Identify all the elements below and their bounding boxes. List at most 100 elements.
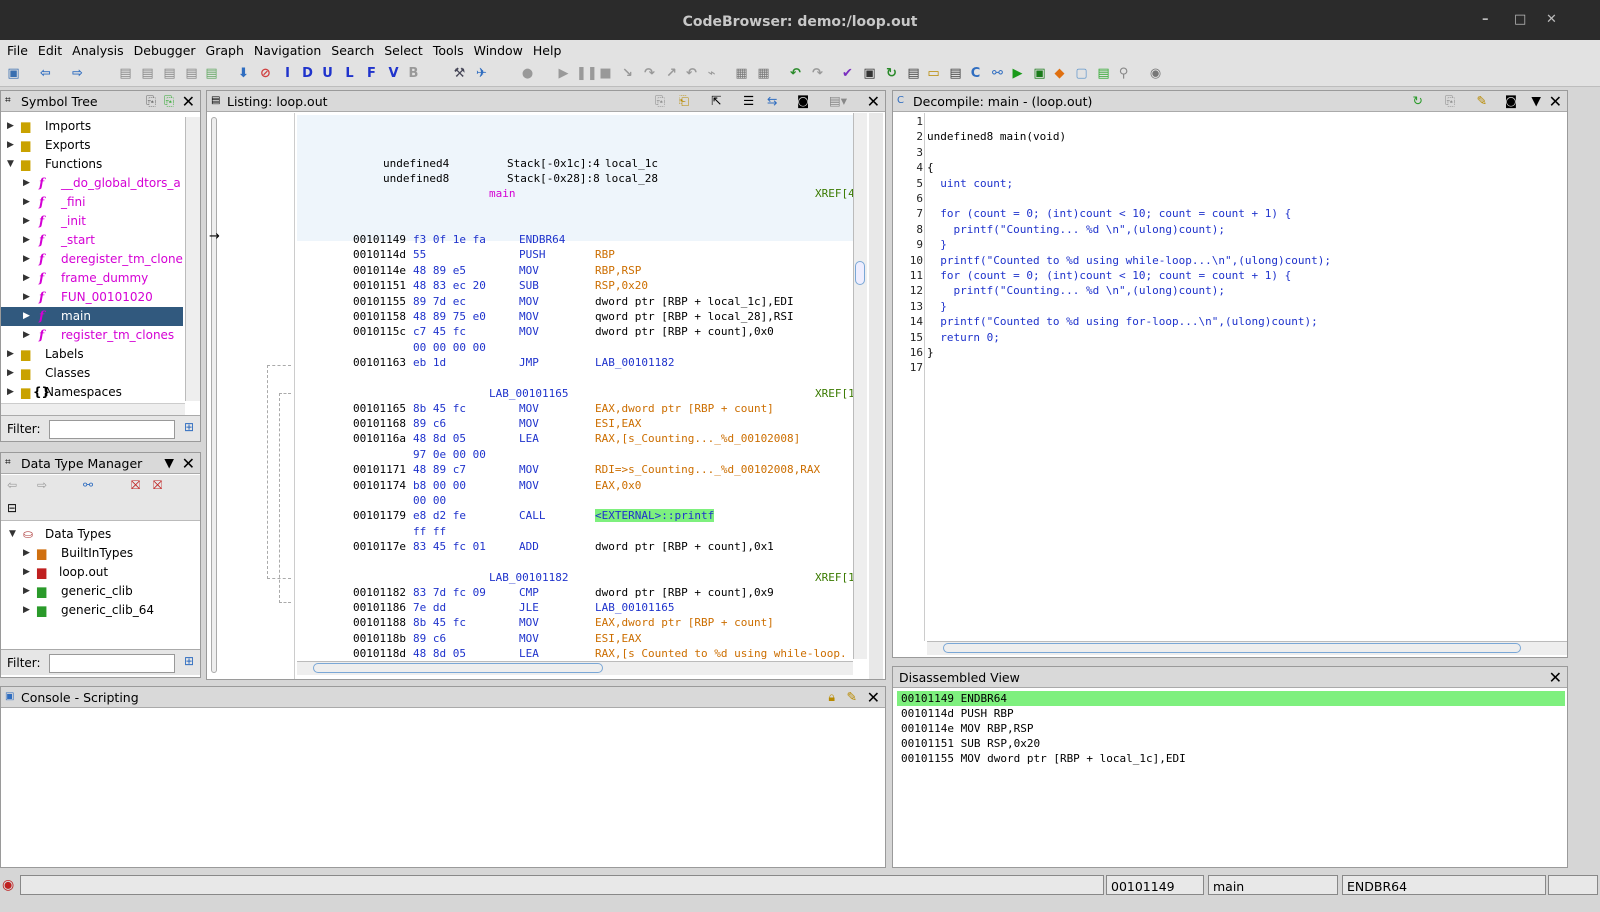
tree-node-functions[interactable]: ▼ ▆ Functions	[1, 155, 183, 174]
code-line[interactable]: 8 printf("Counting... %d \n",(ulong)coun…	[893, 223, 1225, 238]
bytes-icon[interactable]: ▣	[862, 66, 877, 81]
new-class-icon[interactable]: ⎘	[164, 93, 174, 109]
nav-function-icon[interactable]: ▤	[204, 66, 219, 81]
instruction-bytes[interactable]: 89 c6	[413, 632, 446, 645]
menu-graph[interactable]: Graph	[199, 40, 247, 58]
instruction-mnemonic[interactable]: JLE	[519, 601, 539, 614]
symbol-tree-hscrollbar[interactable]	[1, 403, 185, 415]
menu-navigation[interactable]: Navigation	[247, 40, 324, 58]
filter-arrays-icon[interactable]: ⛝	[131, 478, 140, 493]
collapse-icon[interactable]: ⊟	[7, 501, 17, 515]
forward-icon[interactable]: ⇨	[70, 66, 85, 81]
decompile-hscrollbar[interactable]	[927, 641, 1567, 655]
scroll-thumb[interactable]	[313, 663, 603, 673]
tree-node-classes[interactable]: ▶ ▆ Classes	[1, 364, 183, 383]
instruction-bytes[interactable]: 7e dd	[413, 601, 446, 614]
instruction-bytes[interactable]: 48 89 c7	[413, 463, 466, 476]
snapshot-icon[interactable]: ▦	[734, 66, 749, 81]
menu-help[interactable]: Help	[526, 40, 565, 58]
letter-u-icon[interactable]: U	[320, 66, 335, 81]
instruction-operands[interactable]: dword ptr [RBP + local_1c],EDI	[595, 295, 794, 308]
tree-node-fn[interactable]: ▶ f _fini	[1, 193, 183, 212]
options-icon[interactable]: ▤▾	[829, 93, 847, 108]
listing-vscrollbar[interactable]	[853, 113, 867, 659]
function-label[interactable]: main	[489, 187, 516, 200]
code-line[interactable]: 5 uint count;	[893, 177, 1013, 192]
code-line[interactable]: 12 printf("Counting... %d \n",(ulong)cou…	[893, 284, 1225, 299]
instruction-mnemonic[interactable]: MOV	[519, 264, 539, 277]
instruction-bytes[interactable]: 83 7d fc 09	[413, 586, 486, 599]
instruction-address[interactable]: 0010115c	[353, 325, 406, 338]
instruction-bytes[interactable]: 55	[413, 248, 426, 261]
debug-target-icon[interactable]: ●	[520, 66, 535, 81]
status-icon[interactable]: ◉	[2, 877, 14, 893]
down-arrow-icon[interactable]: ⬇	[236, 66, 251, 81]
instruction-operands[interactable]: <EXTERNAL>::printf	[595, 509, 715, 523]
help-icon[interactable]: ◉	[1148, 66, 1163, 81]
tree-node-exports[interactable]: ▶ ▆ Exports	[1, 136, 183, 155]
instruction-bytes[interactable]: 00 00	[413, 494, 446, 507]
instruction-bytes[interactable]: 48 83 ec 20	[413, 279, 486, 292]
listing-icon[interactable]: ▤	[906, 66, 921, 81]
code-line[interactable]: 4{	[893, 161, 933, 176]
checkmark-icon[interactable]: ✔	[840, 66, 855, 81]
redo-icon[interactable]: ↷	[810, 66, 825, 81]
menu-edit[interactable]: Edit	[31, 40, 65, 58]
instruction-operands[interactable]: RDI=>s_Counting..._%d_00102008,RAX	[595, 463, 820, 476]
xref-label[interactable]: XREF[4	[815, 187, 853, 200]
instruction-address[interactable]: 0010114d	[353, 248, 406, 261]
instruction-bytes[interactable]: e8 d2 fe	[413, 509, 466, 522]
instruction-operands[interactable]: ESI,EAX	[595, 417, 641, 430]
instruction-address[interactable]: 00101188	[353, 616, 406, 629]
tree-node-fn[interactable]: ▶ f frame_dummy	[1, 269, 183, 288]
nav-label-icon[interactable]: ▤	[184, 66, 199, 81]
instruction-operands[interactable]: RBP,RSP	[595, 264, 641, 277]
disassembled-line[interactable]: 00101151 SUB RSP,0x20	[897, 736, 1565, 751]
decompiler-icon[interactable]: C	[968, 66, 983, 81]
instruction-bytes[interactable]: 48 89 75 e0	[413, 310, 486, 323]
save-icon[interactable]: ▣	[6, 66, 21, 81]
xref-label[interactable]: XREF[1	[815, 387, 853, 400]
instruction-address[interactable]: 00101155	[353, 295, 406, 308]
listing-view[interactable]: undefined4 Stack[-0x1c]:4 local_1c undef…	[297, 113, 853, 659]
snapshot-icon[interactable]: ◙	[1505, 93, 1517, 108]
instruction-address[interactable]: 0010116a	[353, 432, 406, 445]
disassembled-line[interactable]: 00101149 ENDBR64	[897, 691, 1565, 706]
instruction-bytes[interactable]: 8b 45 fc	[413, 616, 466, 629]
forward-icon[interactable]: ⇨	[37, 478, 47, 492]
letter-v-icon[interactable]: V	[386, 66, 401, 81]
instruction-mnemonic[interactable]: MOV	[519, 295, 539, 308]
instruction-operands[interactable]: EAX,dword ptr [RBP + count]	[595, 402, 774, 415]
decompile-code-view[interactable]: 1 2 undefined8 main(void) 3 4{5 uint count; 6…	[893, 115, 1553, 641]
tree-node-fn[interactable]: ▶ f FUN_00101020	[1, 288, 183, 307]
instruction-operands[interactable]: RBP	[595, 248, 615, 261]
step-into-icon[interactable]: ↘	[620, 66, 635, 81]
tree-node-fn[interactable]: ▶ f __do_global_dtors_a	[1, 174, 183, 193]
symbol-filter-input[interactable]	[49, 420, 175, 439]
symbol-tree-scrollbar[interactable]	[185, 117, 200, 401]
code-line[interactable]: 13 }	[893, 300, 947, 315]
scroll-thumb[interactable]	[943, 643, 1521, 653]
instruction-bytes[interactable]: 48 8d 05	[413, 432, 466, 445]
code-line[interactable]: 3	[893, 146, 927, 161]
instruction-mnemonic[interactable]: LEA	[519, 647, 539, 659]
window-icon[interactable]: ▢	[1074, 66, 1089, 81]
pause-icon[interactable]: ❚❚	[576, 66, 598, 81]
tree-node-loop-out[interactable]: ▶ ▆ loop.out	[1, 563, 200, 582]
code-line[interactable]: 9 }	[893, 238, 947, 253]
instruction-bytes[interactable]: 97 0e 00 00	[413, 448, 486, 461]
instruction-operands[interactable]: LAB_00101182	[595, 356, 674, 369]
nav-undefined-icon[interactable]: ▤	[162, 66, 177, 81]
tree-node-fn[interactable]: ▶ f register_tm_clones	[1, 326, 183, 345]
instruction-operands[interactable]: RAX,[s_Counted_to_%d_using_while-loop.	[595, 647, 847, 659]
code-line[interactable]: 17	[893, 361, 927, 376]
instruction-operands[interactable]: dword ptr [RBP + count],0x1	[595, 540, 774, 553]
code-line[interactable]: 6	[893, 192, 927, 207]
instruction-address[interactable]: 00101163	[353, 356, 406, 369]
instruction-operands[interactable]: dword ptr [RBP + count],0x0	[595, 325, 774, 338]
instruction-mnemonic[interactable]: MOV	[519, 616, 539, 629]
snapshot-icon[interactable]: ◙	[797, 93, 809, 108]
overview-margin[interactable]	[869, 113, 883, 679]
code-line[interactable]: 15 return 0;	[893, 331, 1000, 346]
scroll-thumb[interactable]	[855, 261, 865, 285]
